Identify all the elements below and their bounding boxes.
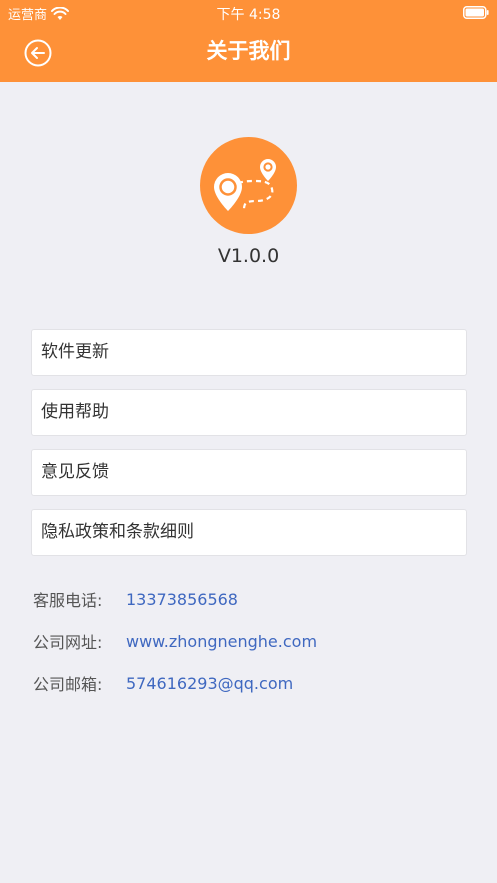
navigation-bar: 关于我们 (0, 26, 497, 82)
contact-website-label: 公司网址: (33, 633, 103, 652)
contact-phone-row: 客服电话: 13373856568 (33, 587, 238, 611)
battery-icon (463, 6, 489, 19)
menu-item-privacy-policy[interactable]: 隐私政策和条款细则 (31, 509, 467, 556)
page-title: 关于我们 (206, 39, 291, 63)
contact-email-row: 公司邮箱: 574616293@qq.com (33, 671, 293, 695)
app-version: V1.0.0 (217, 245, 280, 267)
status-bar: 运营商 下午 4:58 (0, 0, 497, 26)
contact-website-row: 公司网址: www.zhongnenghe.com (33, 629, 317, 653)
map-route-pin-icon (214, 159, 276, 211)
menu-item-software-update[interactable]: 软件更新 (31, 329, 467, 376)
contact-phone-value[interactable]: 13373856568 (126, 590, 238, 609)
status-time: 下午 4:58 (216, 7, 281, 23)
app-logo (200, 137, 297, 234)
menu-item-label: 意见反馈 (41, 462, 109, 482)
contact-website-value[interactable]: www.zhongnenghe.com (126, 632, 317, 651)
menu-item-feedback[interactable]: 意见反馈 (31, 449, 467, 496)
menu-item-label: 使用帮助 (41, 402, 109, 422)
contact-phone-label: 客服电话: (33, 591, 103, 610)
menu-item-label: 软件更新 (41, 342, 109, 362)
menu-item-label: 隐私政策和条款细则 (41, 522, 194, 542)
contact-email-value[interactable]: 574616293@qq.com (126, 674, 293, 693)
contact-email-label: 公司邮箱: (33, 675, 103, 694)
header-bar: 运营商 下午 4:58 关于我们 (0, 0, 497, 82)
menu-item-help[interactable]: 使用帮助 (31, 389, 467, 436)
